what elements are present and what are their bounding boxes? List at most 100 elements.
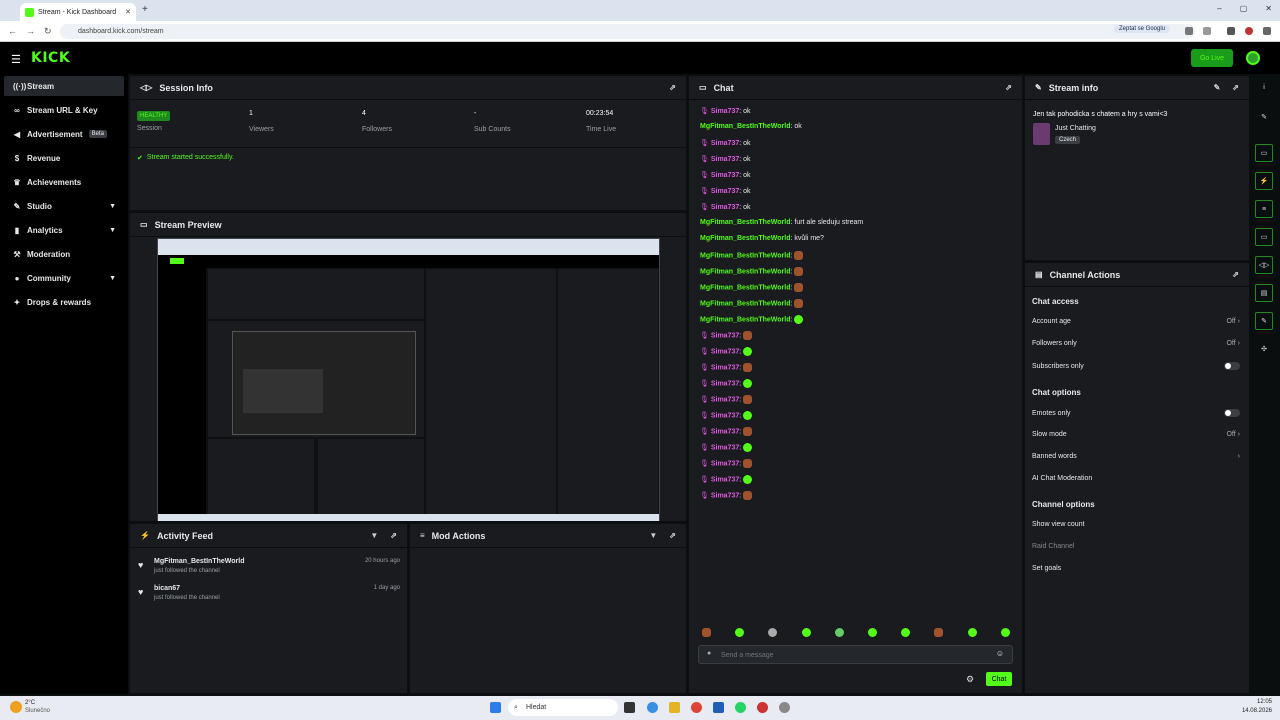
menu-icon[interactable] (1263, 27, 1271, 35)
sidebar-item-community[interactable]: ● Community ▼ (4, 268, 124, 288)
chat-username[interactable]: Sima737 (711, 492, 739, 499)
chat-username[interactable]: Sima737 (711, 348, 739, 355)
chat-username[interactable]: Sima737 (711, 364, 739, 371)
chat-username[interactable]: Sima737 (711, 428, 739, 435)
show-view-count-row[interactable]: Show view count (1032, 521, 1240, 528)
send-chat-button[interactable]: Chat (986, 672, 1012, 686)
back-icon[interactable]: ← (8, 26, 17, 36)
popout-icon[interactable]: ⇗ (390, 531, 397, 540)
popout-icon[interactable]: ⇗ (1232, 270, 1239, 279)
chat-username[interactable]: Sima737 (711, 396, 739, 403)
explorer-icon[interactable] (669, 702, 680, 713)
chat-username[interactable]: MgFitman_BestInTheWorld (700, 284, 790, 291)
chat-username[interactable]: Sima737 (711, 332, 739, 339)
sidebar-item-stream[interactable]: ((·)) Stream (4, 76, 124, 96)
chat-username[interactable]: Sima737 (711, 460, 739, 467)
task-view-icon[interactable] (624, 702, 635, 713)
chat-username[interactable]: Sima737 (711, 412, 739, 419)
bolt-icon[interactable]: ⚡ (1255, 172, 1273, 190)
chat-icon[interactable]: ▭ (1255, 228, 1273, 246)
profile-icon[interactable] (1245, 27, 1253, 35)
banned-words-row[interactable]: Banned words › (1032, 453, 1240, 460)
emote-icon[interactable] (1001, 628, 1010, 637)
popout-icon[interactable]: ⇗ (669, 83, 676, 92)
chat-message-input[interactable] (721, 649, 981, 661)
chat-username[interactable]: MgFitman_BestInTheWorld (700, 268, 790, 275)
hamburger-menu-icon[interactable]: ☰ (11, 53, 21, 66)
layout-icon[interactable]: ✣ (1255, 340, 1273, 358)
maximize-icon[interactable]: ▢ (1240, 4, 1248, 13)
subscribers-only-toggle[interactable] (1224, 362, 1240, 370)
chat-username[interactable]: Sima737 (711, 444, 739, 451)
activity-user[interactable]: bican67 (154, 585, 180, 592)
emote-icon[interactable] (901, 628, 910, 637)
chrome-icon[interactable] (691, 702, 702, 713)
popout-icon[interactable]: ⇗ (1232, 83, 1239, 92)
set-goals-row[interactable]: Set goals (1032, 565, 1240, 572)
close-window-icon[interactable]: ✕ (1265, 4, 1272, 13)
chat-settings-icon[interactable]: ⚙ (966, 674, 974, 685)
browser-tab[interactable]: Stream - Kick Dashboard ✕ (20, 3, 136, 21)
edge-icon[interactable] (647, 702, 658, 713)
slow-mode-row[interactable]: Slow mode Off › (1032, 431, 1240, 438)
windows-start-icon[interactable] (490, 702, 501, 713)
sidebar-item-advertisement[interactable]: ◀ Advertisement Beta (4, 124, 124, 144)
ai-moderation-row[interactable]: AI Chat Moderation (1032, 475, 1240, 482)
raid-channel-row[interactable]: Raid Channel (1032, 543, 1240, 550)
emote-icon[interactable] (868, 628, 877, 637)
emote-icon[interactable] (835, 628, 844, 637)
category-name[interactable]: Just Chatting (1055, 125, 1096, 132)
ask-google-button[interactable]: Zeptat se Googlu (1114, 25, 1171, 33)
filter-icon[interactable]: ▼ (649, 531, 657, 540)
new-tab-icon[interactable]: + (142, 4, 148, 15)
chat-username[interactable]: Sima737 (711, 380, 739, 387)
sidebar-item-moderation[interactable]: ⚒ Moderation (4, 244, 124, 264)
minimize-icon[interactable]: – (1217, 4, 1221, 13)
chat-username[interactable]: MgFitman_BestInTheWorld (700, 300, 790, 307)
pencil-icon[interactable]: ✎ (1255, 108, 1273, 126)
go-live-button[interactable]: Go Live (1191, 49, 1233, 67)
chat-username[interactable]: MgFitman_BestInTheWorld (700, 316, 790, 323)
whatsapp-icon[interactable] (735, 702, 746, 713)
sidebar-item-drops-rewards[interactable]: ✦ Drops & rewards (4, 292, 124, 312)
stream-preview-video[interactable] (157, 238, 660, 521)
channel-icon[interactable]: ▤ (1255, 284, 1273, 302)
popout-icon[interactable]: ⇗ (1005, 83, 1012, 92)
sidebar-item-analytics[interactable]: ▮ Analytics ▼ (4, 220, 124, 240)
sidebar-item-achievements[interactable]: ♛ Achievements (4, 172, 124, 192)
emote-icon[interactable] (735, 628, 744, 637)
wrench-icon[interactable]: ✎ (1255, 312, 1273, 330)
edit-icon[interactable]: ✎ (1214, 83, 1221, 92)
extension-icon[interactable] (1185, 27, 1193, 35)
taskbar-search[interactable]: ⌕ Hledat (508, 699, 618, 716)
emote-icon[interactable] (934, 628, 943, 637)
settings-icon[interactable] (779, 702, 790, 713)
account-age-row[interactable]: Account age Off › (1032, 318, 1240, 325)
list-icon[interactable]: ≡ (1255, 200, 1273, 218)
info-icon[interactable]: i (1255, 78, 1273, 96)
filter-icon[interactable]: ▼ (370, 531, 378, 540)
forward-icon[interactable]: → (26, 26, 35, 36)
panel-toggle-icon[interactable]: ▭ (1255, 144, 1273, 162)
emote-icon[interactable] (768, 628, 777, 637)
store-icon[interactable] (713, 702, 724, 713)
close-tab-icon[interactable]: ✕ (125, 8, 131, 16)
broadcast-icon[interactable]: ◁▷ (1255, 256, 1273, 274)
activity-user[interactable]: MgFitman_BestInTheWorld (154, 558, 244, 565)
emote-icon[interactable] (802, 628, 811, 637)
sidebar-item-stream-url-key[interactable]: ∞ Stream URL & Key (4, 100, 124, 120)
chat-input-box[interactable]: ● ☺ (698, 645, 1013, 664)
followers-only-row[interactable]: Followers only Off › (1032, 340, 1240, 347)
avatar[interactable] (1246, 51, 1260, 65)
emotes-only-toggle[interactable] (1224, 409, 1240, 417)
chat-username[interactable]: Sima737 (711, 476, 739, 483)
smiley-icon[interactable]: ☺ (996, 649, 1004, 658)
url-input[interactable]: dashboard.kick.com/stream (60, 24, 1195, 39)
emote-icon[interactable] (968, 628, 977, 637)
emote-icon[interactable] (702, 628, 711, 637)
sidebar-item-revenue[interactable]: $ Revenue (4, 148, 124, 168)
popout-icon[interactable]: ⇗ (669, 531, 676, 540)
star-icon[interactable] (1203, 27, 1211, 35)
emote-picker-icon[interactable]: ● (707, 650, 711, 657)
kick-logo[interactable]: KICK (31, 50, 70, 66)
